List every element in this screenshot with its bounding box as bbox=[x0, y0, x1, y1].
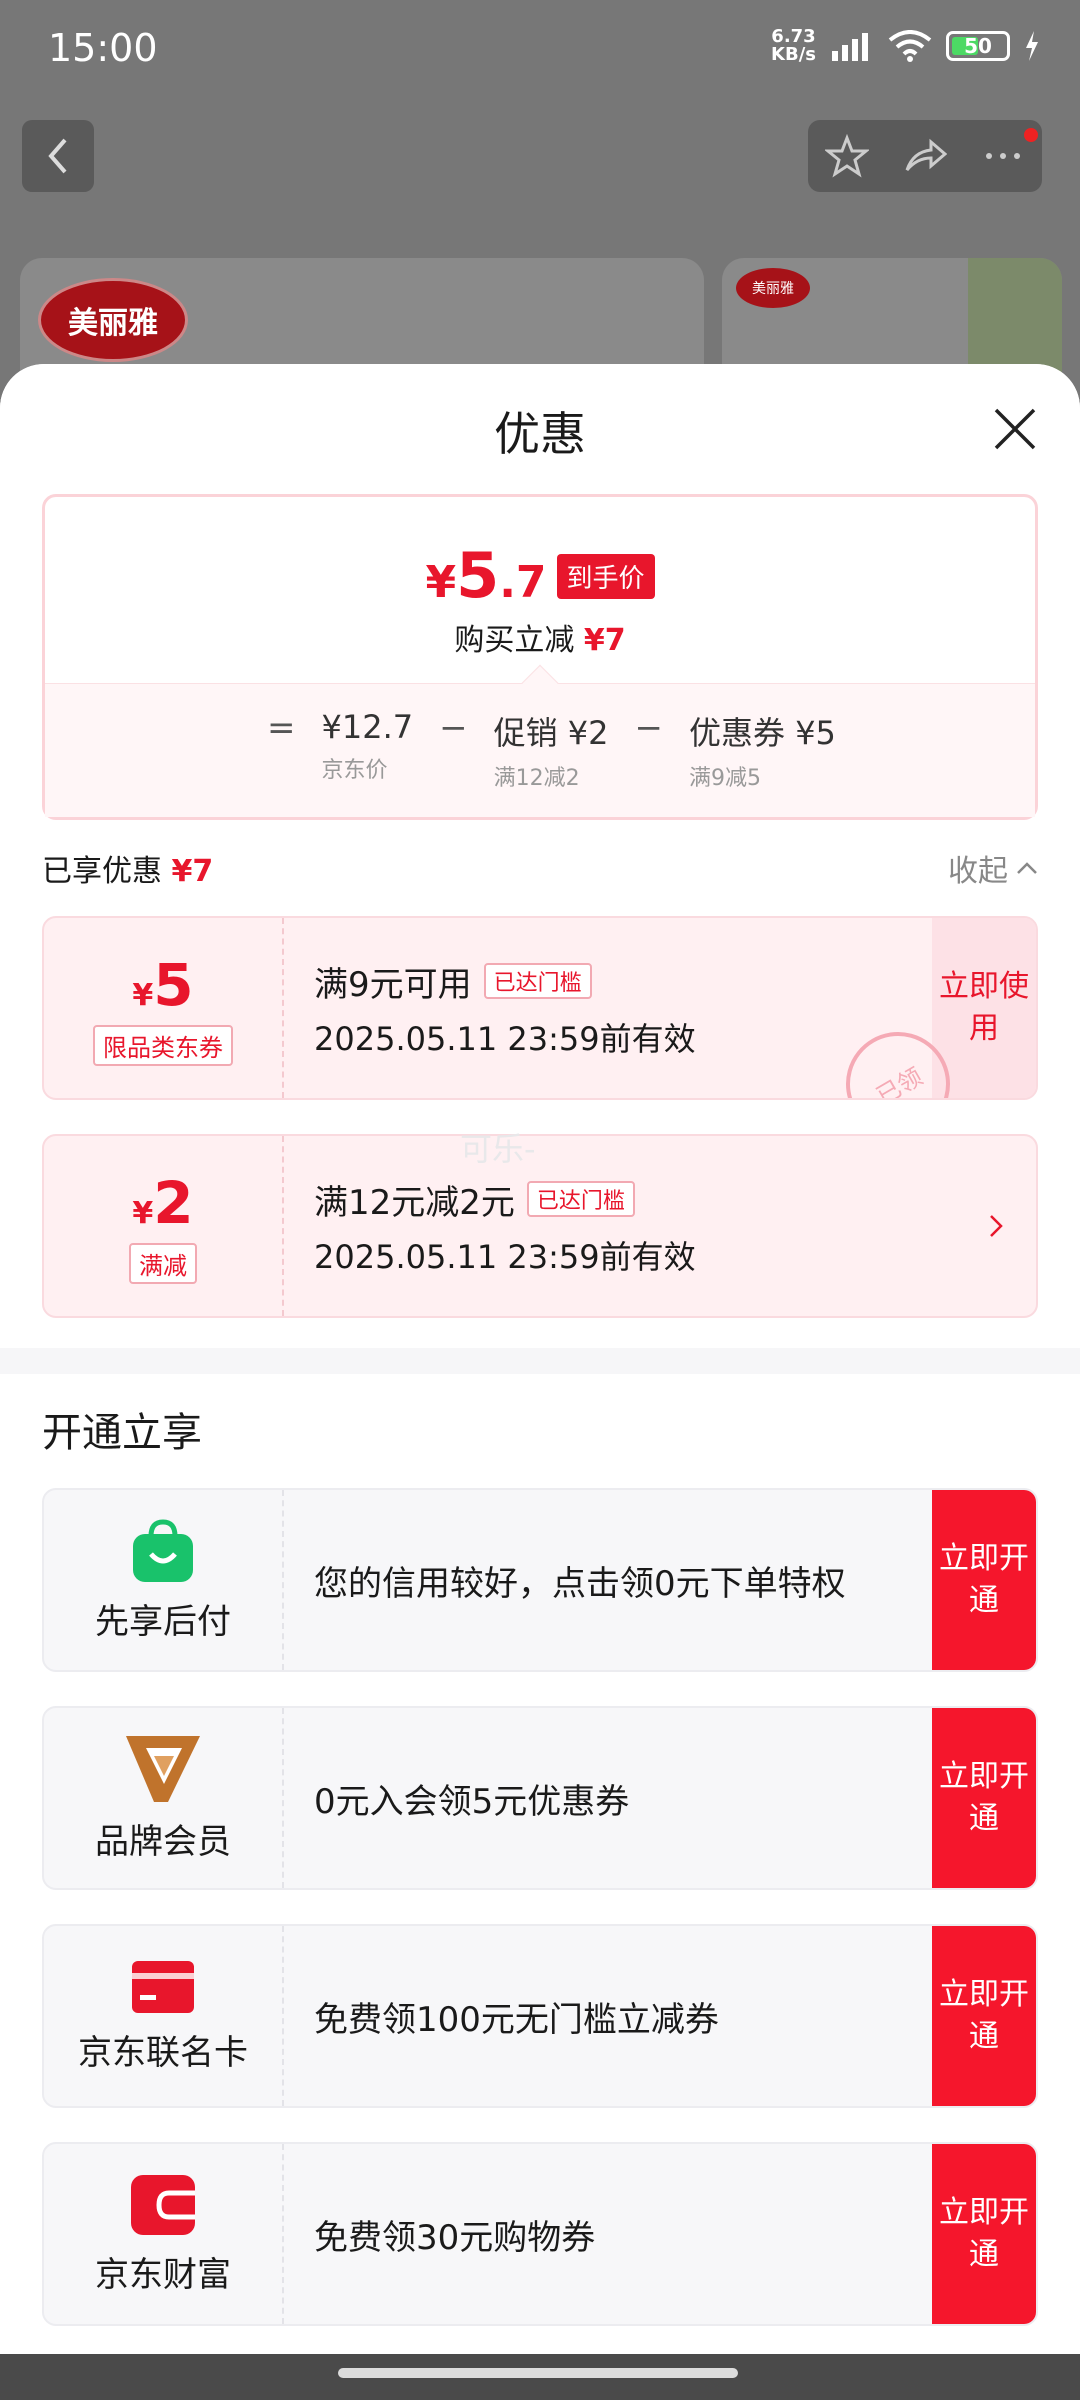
equals-sign: = bbox=[267, 708, 296, 748]
battery-icon: 50 bbox=[946, 31, 1010, 61]
chevron-left-icon bbox=[48, 138, 67, 174]
v-logo-icon bbox=[126, 1735, 200, 1802]
section-title: 开通立享 bbox=[42, 1410, 202, 1456]
brand-logo: 美丽雅 bbox=[38, 278, 188, 362]
wallet-icon bbox=[131, 2174, 195, 2235]
benefit-name: 品牌会员 bbox=[95, 1821, 231, 1862]
benefit-card: 先享后付 您的信用较好，点击领0元下单特权 立即开通 bbox=[42, 1488, 1038, 1672]
home-indicator[interactable] bbox=[338, 2368, 738, 2378]
threshold-badge: 已达门槛 bbox=[483, 963, 592, 999]
benefit-name: 京东联名卡 bbox=[78, 2032, 248, 2073]
signal-icon bbox=[832, 33, 868, 61]
coupon-card[interactable]: ¥2 满减 满12元减2元 已达门槛 2025.05.11 23:59前有效 bbox=[42, 1134, 1038, 1318]
coupon-validity: 2025.05.11 23:59前有效 bbox=[314, 1019, 696, 1058]
shopping-bag-icon bbox=[133, 1518, 193, 1582]
enjoyed-discount-row: 已享优惠 ¥7 收起 bbox=[42, 820, 1038, 916]
notification-dot bbox=[1024, 128, 1038, 142]
benefit-desc: 免费领100元无门槛立减券 bbox=[314, 1999, 719, 2040]
card-icon bbox=[132, 1960, 194, 2013]
collapse-button[interactable]: 收起 bbox=[948, 846, 1038, 890]
activate-button[interactable]: 立即开通 bbox=[932, 1490, 1036, 1670]
benefit-desc: 免费领30元购物券 bbox=[314, 2217, 596, 2258]
benefit-desc: 0元入会领5元优惠券 bbox=[314, 1781, 630, 1822]
status-bar: 15:00 6.73 KB/s 50 bbox=[0, 0, 1080, 100]
more-icon[interactable] bbox=[981, 134, 1025, 178]
enjoyed-label: 已享优惠 bbox=[42, 854, 162, 889]
benefit-desc: 您的信用较好，点击领0元下单特权 bbox=[314, 1563, 846, 1604]
coupon-card: ¥5 限品类东券 满9元可用 已达门槛 2025.05.11 23:59前有效 立… bbox=[42, 916, 1038, 1100]
coupon-detail-arrow[interactable] bbox=[956, 1136, 1036, 1316]
coupon-type-tag: 满减 bbox=[129, 1242, 197, 1284]
formula-item: 优惠券 ¥5 满9减5 bbox=[689, 714, 836, 791]
watermark-text: 可乐- bbox=[460, 1130, 536, 1168]
discount-sheet: 优惠 ¥5.7 到手价 购买立减 ¥7 = ¥12.7 京东价 − 促销 ¥2 … bbox=[0, 364, 1080, 2354]
open-benefits-section: 开通立享 先享后付 您的信用较好，点击领0元下单特权 立即开通 品牌会员 0元入… bbox=[0, 1374, 1080, 2354]
minus-sign: − bbox=[439, 708, 468, 748]
price-summary: ¥5.7 到手价 购买立减 ¥7 = ¥12.7 京东价 − 促销 ¥2 满12… bbox=[42, 494, 1038, 820]
price-formula: = ¥12.7 京东价 − 促销 ¥2 满12减2 − 优惠券 ¥5 满9减5 bbox=[45, 664, 1035, 817]
instant-reduce: 购买立减 ¥7 bbox=[454, 623, 626, 658]
benefit-card: 品牌会员 0元入会领5元优惠券 立即开通 bbox=[42, 1706, 1038, 1890]
activate-button[interactable]: 立即开通 bbox=[932, 1926, 1036, 2106]
sheet-header: 优惠 bbox=[0, 364, 1080, 494]
benefit-card: 京东财富 免费领30元购物券 立即开通 bbox=[42, 2142, 1038, 2326]
wifi-icon bbox=[888, 30, 932, 62]
chevron-up-icon bbox=[1017, 862, 1037, 874]
formula-item: ¥12.7 京东价 bbox=[321, 708, 414, 783]
star-icon[interactable] bbox=[825, 134, 869, 178]
benefit-card: 京东联名卡 免费领100元无门槛立减券 立即开通 bbox=[42, 1924, 1038, 2108]
net-speed: 6.73 KB/s bbox=[771, 26, 816, 65]
enjoyed-amount: ¥7 bbox=[171, 854, 214, 889]
brand-logo-small: 美丽雅 bbox=[736, 268, 810, 308]
final-price-tag: 到手价 bbox=[556, 554, 655, 599]
charging-icon bbox=[1026, 31, 1038, 61]
close-icon[interactable] bbox=[990, 404, 1040, 454]
formula-item: 促销 ¥2 满12减2 bbox=[493, 714, 609, 791]
gesture-nav-bar bbox=[0, 2354, 1080, 2400]
top-actions bbox=[808, 120, 1042, 192]
coupon-info: 满12元减2元 已达门槛 2025.05.11 23:59前有效 bbox=[284, 1136, 956, 1316]
threshold-badge: 已达门槛 bbox=[526, 1181, 635, 1217]
share-icon[interactable] bbox=[903, 134, 947, 178]
benefit-name: 先享后付 bbox=[95, 1601, 231, 1642]
coupon-info: 满9元可用 已达门槛 2025.05.11 23:59前有效 bbox=[284, 918, 932, 1098]
status-time: 15:00 bbox=[48, 26, 158, 70]
chevron-right-icon bbox=[990, 1215, 1003, 1237]
status-icons: 6.73 KB/s 50 bbox=[771, 28, 1040, 64]
coupon-value: ¥2 满减 bbox=[44, 1136, 284, 1316]
back-button[interactable] bbox=[22, 120, 94, 192]
coupon-type-tag: 限品类东券 bbox=[93, 1024, 233, 1066]
final-price: ¥5.7 到手价 bbox=[45, 539, 1035, 612]
coupon-validity: 2025.05.11 23:59前有效 bbox=[314, 1237, 696, 1276]
benefit-name: 京东财富 bbox=[95, 2254, 231, 2295]
minus-sign: − bbox=[634, 708, 664, 748]
sheet-title: 优惠 bbox=[494, 407, 586, 461]
coupon-value: ¥5 限品类东券 bbox=[44, 918, 284, 1098]
activate-button[interactable]: 立即开通 bbox=[932, 2144, 1036, 2324]
activate-button[interactable]: 立即开通 bbox=[932, 1708, 1036, 1888]
